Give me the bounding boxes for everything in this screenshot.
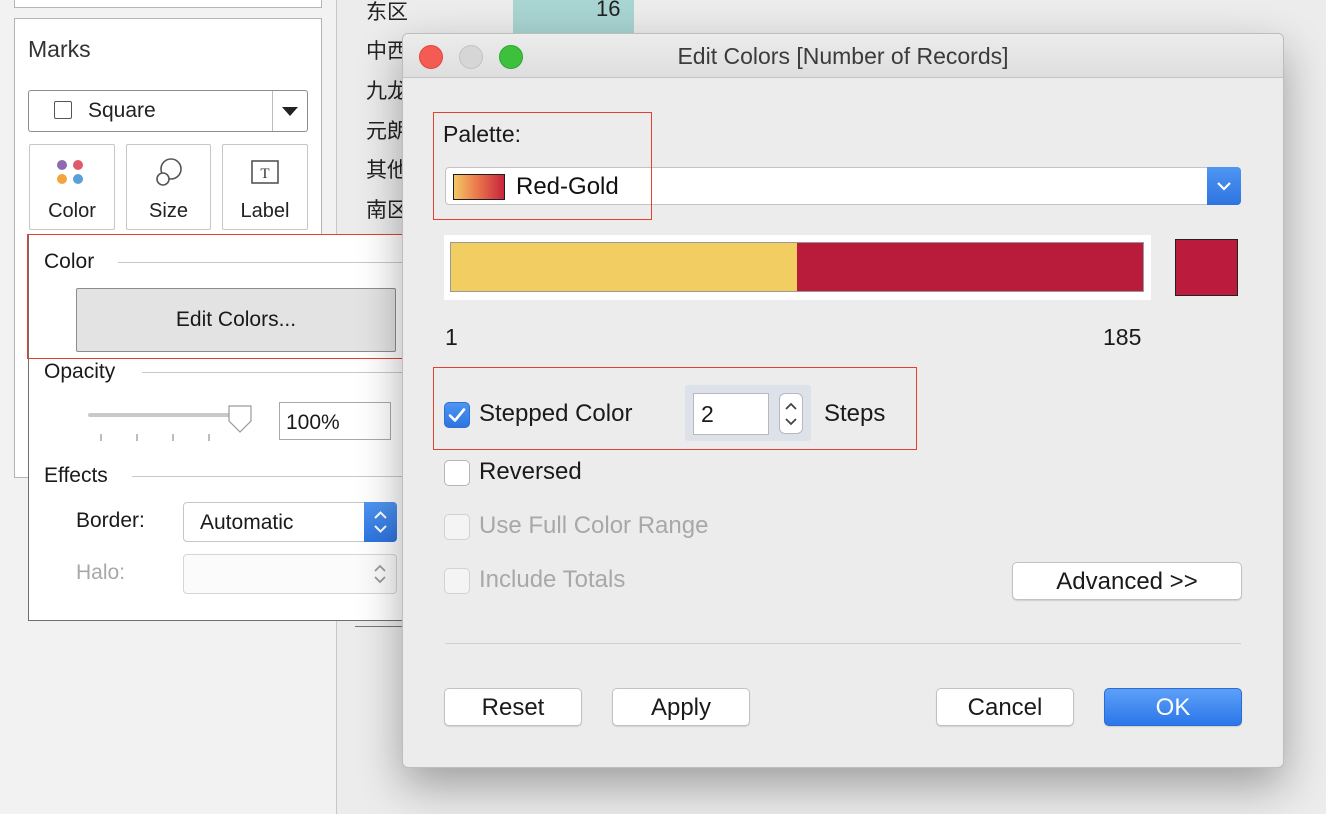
- color-section-heading: Color: [44, 250, 95, 273]
- reset-button[interactable]: Reset: [444, 688, 582, 726]
- dialog-title: Edit Colors [Number of Records]: [677, 43, 1009, 69]
- palette-swatch: [453, 174, 505, 200]
- border-value: Automatic: [200, 511, 294, 534]
- label-mark-button[interactable]: T Label: [222, 144, 308, 230]
- steps-label: Steps: [824, 400, 886, 427]
- chevron-down-icon: [1207, 167, 1241, 205]
- section-divider: [142, 372, 418, 373]
- border-label: Border:: [76, 509, 145, 532]
- halo-label: Halo:: [76, 561, 126, 584]
- full-color-range-label: Use Full Color Range: [479, 512, 709, 539]
- effects-heading: Effects: [44, 464, 108, 487]
- slider-tick: [136, 434, 138, 441]
- dropdown-separator: [272, 91, 273, 131]
- ok-button[interactable]: OK: [1104, 688, 1242, 726]
- table-divider: [355, 626, 403, 627]
- color-ramp: [450, 242, 1144, 292]
- apply-button[interactable]: Apply: [612, 688, 750, 726]
- mark-type-dropdown[interactable]: Square: [28, 90, 308, 132]
- reversed-label: Reversed: [479, 458, 582, 485]
- slider-tick: [100, 434, 102, 441]
- steps-stepper[interactable]: [779, 393, 803, 434]
- halo-dropdown: [183, 554, 397, 594]
- checkmark-icon: [448, 408, 466, 422]
- border-dropdown[interactable]: Automatic: [183, 502, 397, 542]
- square-mark-icon: [54, 101, 72, 119]
- dialog-titlebar[interactable]: Edit Colors [Number of Records]: [403, 34, 1283, 78]
- palette-value: Red-Gold: [516, 173, 619, 200]
- opacity-heading: Opacity: [44, 360, 116, 383]
- svg-text:T: T: [260, 166, 269, 182]
- opacity-input[interactable]: 100%: [279, 402, 391, 440]
- stepped-color-label: Stepped Color: [479, 400, 633, 427]
- range-end-label: 185: [1103, 324, 1142, 350]
- size-button-label: Size: [149, 200, 188, 222]
- slider-tick: [208, 434, 210, 441]
- color-ramp-step-2: [797, 243, 1143, 291]
- palette-label: Palette:: [443, 121, 521, 147]
- end-color-swatch[interactable]: [1175, 239, 1238, 296]
- text-label-icon: T: [251, 160, 279, 184]
- up-down-stepper-icon: [374, 564, 386, 584]
- section-divider: [118, 262, 418, 263]
- reversed-checkbox[interactable]: [444, 460, 470, 486]
- filters-card: [14, 0, 322, 8]
- edit-colors-dialog: Edit Colors [Number of Records] Palette:…: [402, 33, 1284, 768]
- include-totals-checkbox: [444, 568, 470, 594]
- slider-tick: [172, 434, 174, 441]
- color-ramp-step-1: [451, 243, 797, 291]
- dialog-divider: [445, 643, 1241, 644]
- mark-type-value: Square: [88, 99, 156, 122]
- up-down-stepper-icon: [785, 402, 797, 426]
- advanced-button[interactable]: Advanced >>: [1012, 562, 1242, 600]
- up-down-stepper-icon: [364, 502, 397, 542]
- opacity-slider-thumb[interactable]: [226, 404, 254, 434]
- label-button-label: Label: [240, 200, 290, 222]
- full-color-range-checkbox: [444, 514, 470, 540]
- size-mark-button[interactable]: Size: [126, 144, 211, 230]
- chevron-down-icon: [282, 107, 298, 116]
- include-totals-label: Include Totals: [479, 566, 626, 593]
- size-circles-icon: [156, 158, 182, 186]
- marks-title: Marks: [28, 36, 91, 62]
- stepped-color-checkbox[interactable]: [444, 402, 470, 428]
- palette-dropdown[interactable]: Red-Gold: [445, 167, 1241, 205]
- opacity-slider[interactable]: [88, 413, 240, 417]
- cancel-button[interactable]: Cancel: [936, 688, 1074, 726]
- color-mark-button[interactable]: Color: [29, 144, 115, 230]
- edit-colors-button[interactable]: Edit Colors...: [76, 288, 396, 352]
- steps-input[interactable]: 2: [693, 393, 769, 435]
- table-row-header: 东区: [366, 1, 408, 24]
- table-cell-value: 16: [596, 0, 621, 21]
- range-start-label: 1: [445, 324, 458, 350]
- color-button-label: Color: [48, 200, 96, 222]
- section-divider: [132, 476, 418, 477]
